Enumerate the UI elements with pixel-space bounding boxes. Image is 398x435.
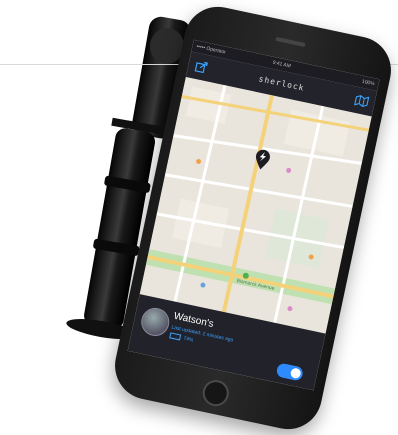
battery-icon bbox=[169, 332, 182, 341]
device-battery-text: 74% bbox=[182, 335, 194, 344]
map-layers-icon[interactable] bbox=[353, 93, 370, 110]
tracking-toggle[interactable] bbox=[275, 362, 304, 382]
place-photo bbox=[138, 305, 172, 339]
